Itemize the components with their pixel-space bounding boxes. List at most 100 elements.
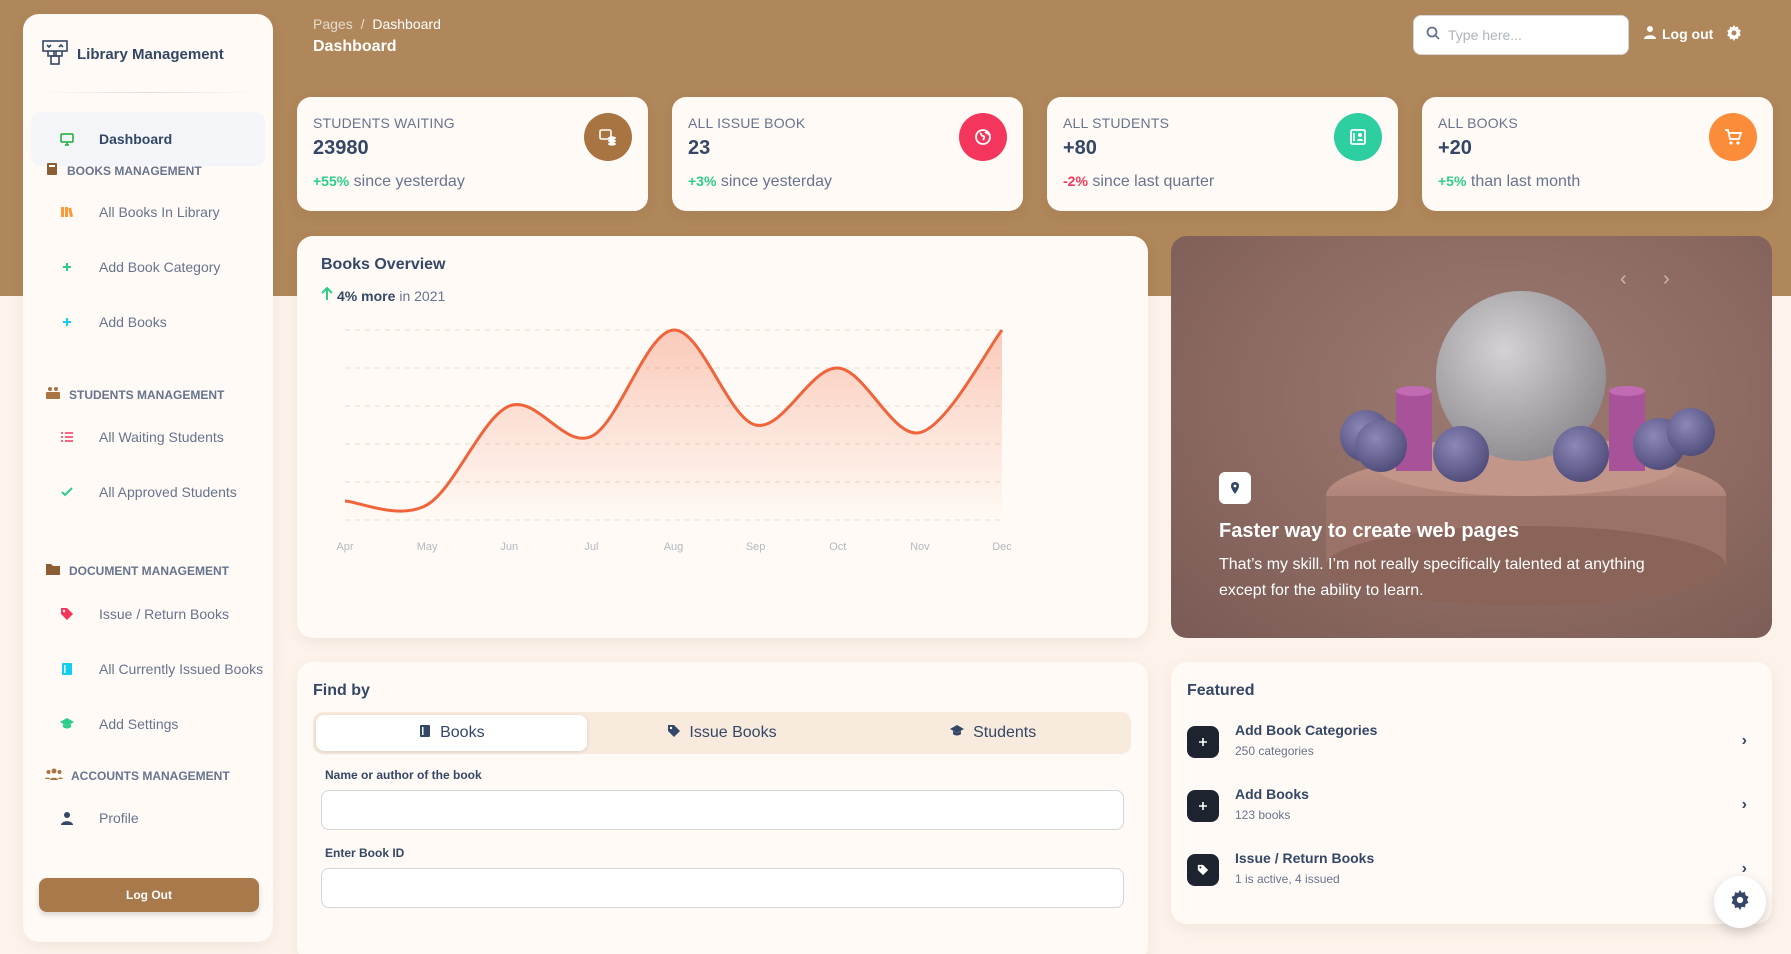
header-logout-link[interactable]: Log out xyxy=(1644,25,1713,42)
coins-icon xyxy=(584,113,632,161)
x-tick-label: Dec xyxy=(992,541,1012,553)
featured-item-issue-return[interactable]: Issue / Return Books 1 is active, 4 issu… xyxy=(1187,846,1747,894)
featured-item-name: Issue / Return Books xyxy=(1235,850,1375,866)
sidebar-item-issued-books[interactable]: All Currently Issued Books xyxy=(31,647,265,691)
book-id-input[interactable] xyxy=(321,868,1124,908)
sidebar-item-label: Dashboard xyxy=(99,131,173,147)
brand[interactable]: Library Management xyxy=(41,38,224,71)
stat-card-all-books: All Books +20 +5% than last month xyxy=(1422,97,1773,211)
sidebar-item-add-books[interactable]: Add Books xyxy=(31,300,265,344)
settings-gear-icon[interactable] xyxy=(1726,25,1742,46)
sidebar-item-issue-return[interactable]: Issue / Return Books xyxy=(31,592,265,636)
book-name-input[interactable] xyxy=(321,790,1124,830)
floating-settings-button[interactable] xyxy=(1714,876,1766,928)
tab-label: Books xyxy=(440,724,485,741)
plus-icon xyxy=(55,255,79,279)
featured-item-name: Add Books xyxy=(1235,786,1309,802)
stat-period: since yesterday xyxy=(720,173,833,190)
search-box[interactable] xyxy=(1413,15,1629,55)
featured-item-desc: 250 categories xyxy=(1235,744,1314,758)
stat-footnote: -2% since last quarter xyxy=(1063,173,1214,191)
sidebar-item-label: All Books In Library xyxy=(99,204,220,220)
students-icon xyxy=(45,386,61,403)
stat-card-all-issue-book: All Issue Book 23 +3% since yesterday xyxy=(672,97,1023,211)
section-title: Students Management xyxy=(69,387,225,402)
book-icon xyxy=(418,724,432,743)
sidebar-item-add-book-category[interactable]: Add Book Category xyxy=(31,245,265,289)
hero-carousel: ‹ › Faster way to create web pages That’… xyxy=(1171,236,1772,638)
users-icon xyxy=(45,767,63,784)
featured-card: Featured Add Book Categories 250 categor… xyxy=(1171,662,1772,924)
x-tick-label: Jun xyxy=(500,541,518,553)
stat-period: than last month xyxy=(1470,173,1581,190)
sidebar-item-label: Add Book Category xyxy=(99,259,221,275)
graduation-cap-icon xyxy=(55,712,79,736)
sidebar-item-add-settings[interactable]: Add Settings xyxy=(31,702,265,746)
find-tabs: Books Issue Books Students xyxy=(313,712,1131,754)
stat-period: since yesterday xyxy=(353,173,465,190)
chevron-right-icon: › xyxy=(1741,732,1747,749)
user-icon xyxy=(55,806,79,830)
stat-value: 23 xyxy=(688,137,711,159)
id-card-icon xyxy=(1334,113,1382,161)
pin-icon xyxy=(1219,472,1251,504)
x-tick-label: Oct xyxy=(829,541,846,553)
sidebar-item-all-books[interactable]: All Books In Library xyxy=(31,190,265,234)
plus-icon xyxy=(1187,726,1219,758)
featured-item-add-book-categories[interactable]: Add Book Categories 250 categories › xyxy=(1187,718,1747,766)
sidebar-item-dashboard[interactable]: Dashboard xyxy=(31,112,265,166)
search-input[interactable] xyxy=(1448,27,1608,43)
sidebar-item-label: All Approved Students xyxy=(99,484,237,500)
sidebar-item-label: Add Settings xyxy=(99,716,179,732)
stat-title: Students Waiting xyxy=(313,115,455,131)
tab-label: Issue Books xyxy=(689,724,777,741)
featured-title: Featured xyxy=(1187,682,1255,699)
graduation-cap-icon xyxy=(949,724,965,743)
sidebar-item-waiting-students[interactable]: All Waiting Students xyxy=(31,415,265,459)
header-logout-label: Log out xyxy=(1662,25,1714,42)
tag-icon xyxy=(667,724,681,743)
stat-footnote: +55% since yesterday xyxy=(313,173,465,191)
stat-footnote: +5% than last month xyxy=(1438,173,1580,191)
sidebar-item-label: All Currently Issued Books xyxy=(99,661,264,677)
tag-icon xyxy=(55,602,79,626)
tab-students[interactable]: Students xyxy=(857,715,1128,751)
featured-item-desc: 123 books xyxy=(1235,808,1291,822)
section-title: Accounts Management xyxy=(71,768,230,783)
cart-icon xyxy=(1709,113,1757,161)
section-title: Books Management xyxy=(67,163,202,178)
sidebar-item-profile[interactable]: Profile xyxy=(31,796,265,840)
globe-icon xyxy=(959,113,1007,161)
tab-issue-books[interactable]: Issue Books xyxy=(587,715,858,751)
sidebar-logout-button[interactable]: Log Out xyxy=(39,878,259,912)
section-accounts-management: Accounts Management xyxy=(45,767,230,784)
book-icon xyxy=(45,162,59,179)
books-icon xyxy=(55,200,79,224)
hero-title: Faster way to create web pages xyxy=(1219,520,1520,542)
user-icon xyxy=(1644,25,1656,42)
section-title: Document Management xyxy=(69,563,229,578)
sidebar-item-approved-students[interactable]: All Approved Students xyxy=(31,470,265,514)
stat-title: All Issue Book xyxy=(688,115,806,131)
stat-title: All Books xyxy=(1438,115,1518,131)
breadcrumb: Pages / Dashboard xyxy=(313,16,441,32)
chevron-right-icon: › xyxy=(1741,796,1747,813)
featured-item-name: Add Book Categories xyxy=(1235,722,1378,738)
brand-divider xyxy=(39,92,257,93)
carousel-prev-icon[interactable]: ‹ xyxy=(1620,268,1627,291)
x-tick-label: Nov xyxy=(910,541,930,553)
stat-change: -2% xyxy=(1063,173,1088,189)
plus-icon xyxy=(55,310,79,334)
stat-change: +5% xyxy=(1438,173,1467,189)
tab-books[interactable]: Books xyxy=(316,715,587,751)
sidebar-item-label: All Waiting Students xyxy=(99,429,224,445)
stat-card-all-students: All Students +80 -2% since last quarter xyxy=(1047,97,1398,211)
featured-item-desc: 1 is active, 4 issued xyxy=(1235,872,1340,886)
carousel-next-icon[interactable]: › xyxy=(1663,268,1670,291)
featured-item-add-books[interactable]: Add Books 123 books › xyxy=(1187,782,1747,830)
stat-value: 23980 xyxy=(313,137,369,159)
monitor-icon xyxy=(55,127,79,151)
breadcrumb-parent[interactable]: Pages xyxy=(313,16,353,32)
page-title: Dashboard xyxy=(313,38,397,55)
section-books-management: Books Management xyxy=(45,162,202,179)
